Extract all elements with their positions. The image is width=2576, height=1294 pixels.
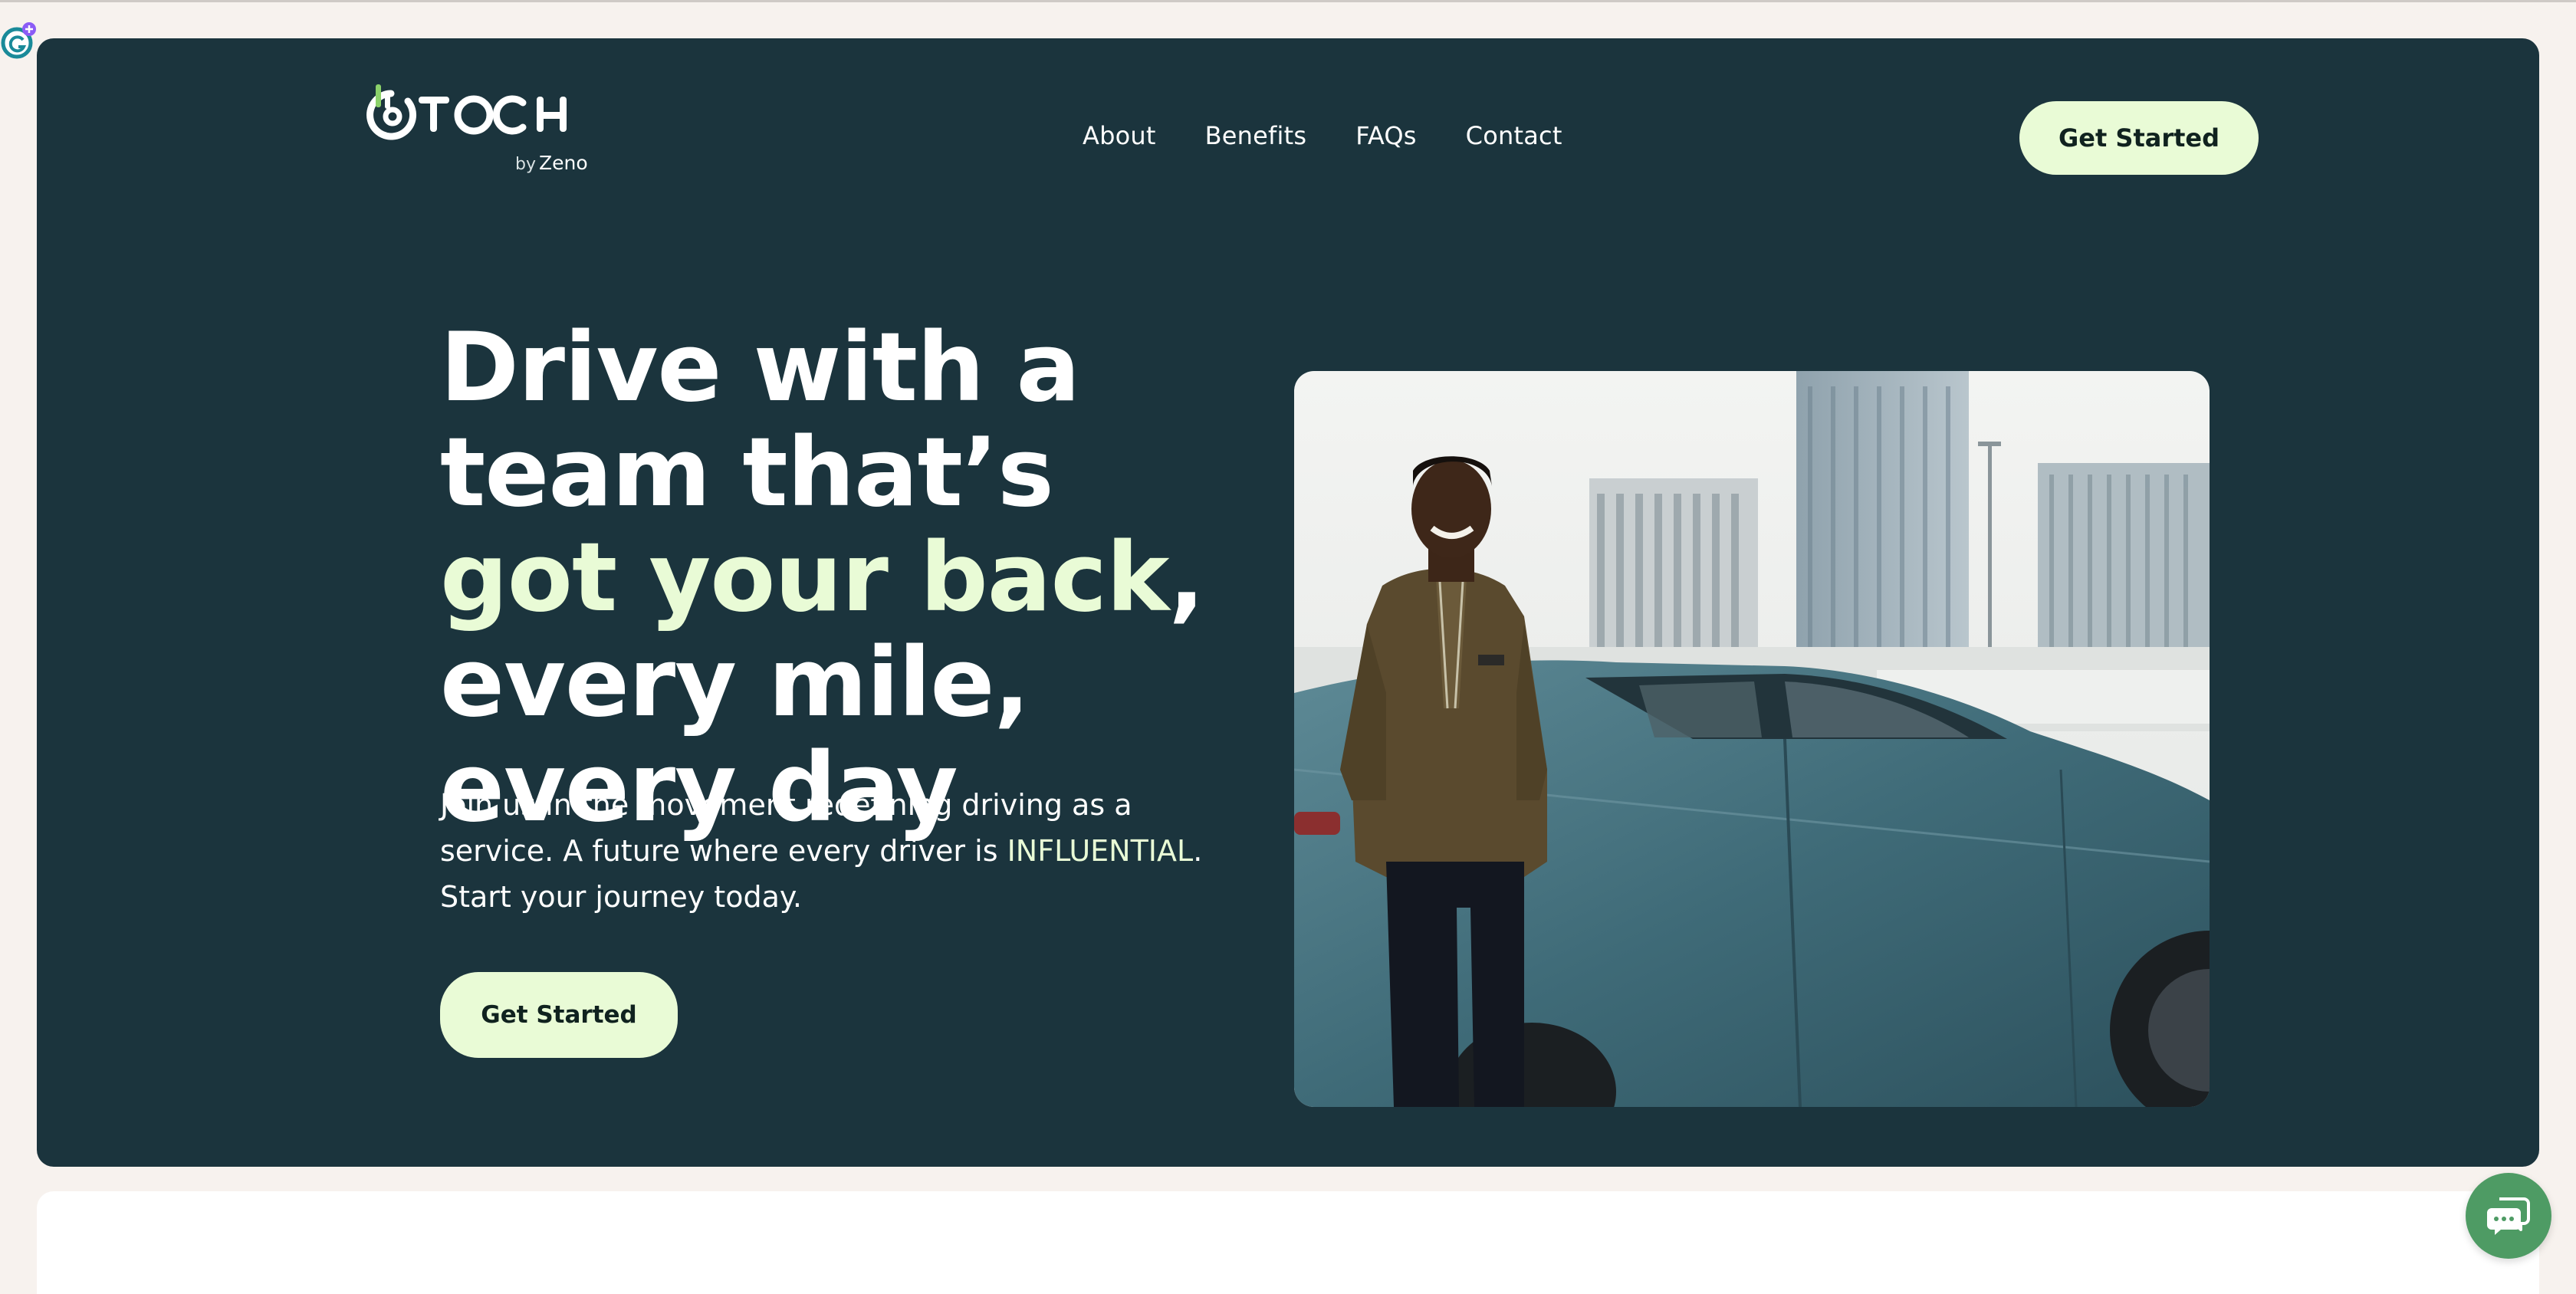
hero-headline: Drive with a team that’s got your back, … <box>440 316 1253 841</box>
nav-link-benefits[interactable]: Benefits <box>1205 121 1307 150</box>
hero-get-started-button[interactable]: Get Started <box>440 972 678 1058</box>
headline-part1: Drive with a team that’s <box>440 313 1080 528</box>
grammarly-icon[interactable] <box>0 21 40 61</box>
main-nav: About Benefits FAQs Contact <box>1083 121 1562 150</box>
subcopy-highlight: INFLUENTIAL <box>1007 834 1194 868</box>
hero-subcopy: Join us in the movement redefining drivi… <box>440 782 1245 920</box>
next-section <box>37 1191 2539 1294</box>
byline-by: by <box>515 155 536 174</box>
toch-logo[interactable] <box>353 61 583 153</box>
hero-photo-illustration <box>1294 371 2210 1107</box>
headline-highlight: got your back <box>440 523 1169 633</box>
browser-top-border <box>0 0 2576 2</box>
hero-section: by Zeno About Benefits FAQs Contact Get S… <box>37 38 2539 1167</box>
nav-link-contact[interactable]: Contact <box>1466 121 1562 150</box>
hero-photo <box>1294 371 2210 1107</box>
logo-byline: by Zeno <box>515 152 588 174</box>
chat-bubble-icon[interactable] <box>2466 1173 2551 1259</box>
nav-link-faqs[interactable]: FAQs <box>1355 121 1416 150</box>
nav-link-about[interactable]: About <box>1083 121 1156 150</box>
nav-get-started-button[interactable]: Get Started <box>2019 101 2259 175</box>
byline-zeno: Zeno <box>538 152 588 174</box>
